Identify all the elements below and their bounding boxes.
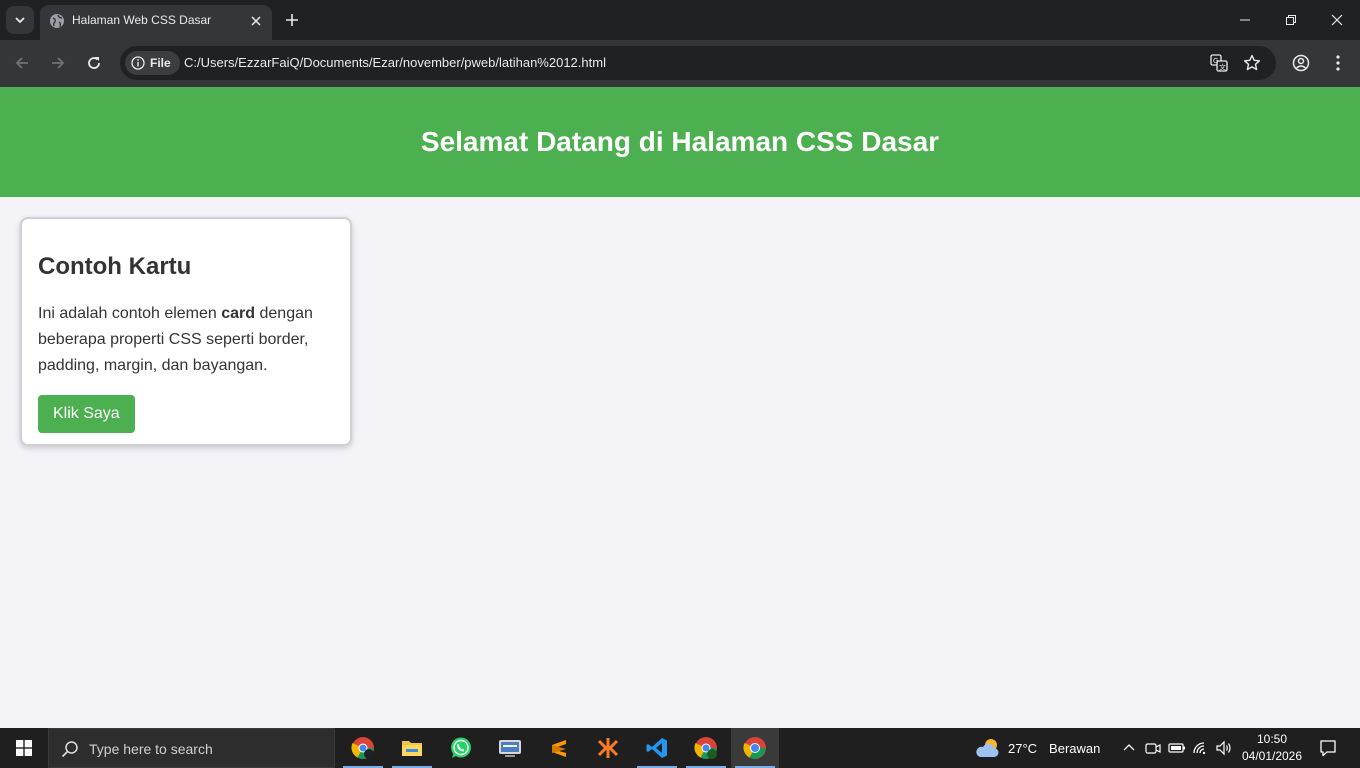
card-text-bold: card bbox=[221, 305, 256, 322]
network-app-icon bbox=[499, 740, 521, 757]
sublime-text-icon bbox=[552, 740, 566, 757]
taskbar-app-file-explorer[interactable] bbox=[388, 728, 436, 768]
card-title: Contoh Kartu bbox=[38, 253, 192, 280]
card-text: Ini adalah contoh elemen card dengan beb… bbox=[38, 301, 334, 379]
tab-title: Halaman Web CSS Dasar bbox=[72, 13, 212, 27]
chrome-profile-2-icon bbox=[694, 737, 717, 759]
xampp-icon bbox=[597, 738, 619, 758]
cloudy-weather-icon bbox=[976, 739, 999, 757]
whatsapp-icon bbox=[451, 737, 471, 758]
close-icon bbox=[1331, 14, 1343, 26]
taskbar-app-chrome[interactable] bbox=[731, 728, 779, 768]
example-card: Contoh Kartu Ini adalah contoh elemen ca… bbox=[20, 217, 352, 446]
taskbar-app-sublime-text[interactable] bbox=[535, 728, 583, 768]
taskbar-app-chrome-profile-2[interactable] bbox=[682, 728, 730, 768]
profile-button[interactable] bbox=[1290, 52, 1312, 74]
vscode-icon bbox=[646, 738, 667, 758]
volume-indicator[interactable] bbox=[1214, 738, 1234, 758]
restore-button[interactable] bbox=[1268, 0, 1314, 40]
weather-temperature: 27°C bbox=[1008, 740, 1038, 756]
svg-text:文: 文 bbox=[1219, 63, 1226, 72]
file-explorer-icon bbox=[402, 741, 422, 756]
show-hidden-icons-button[interactable] bbox=[1119, 738, 1139, 758]
windows-logo-icon bbox=[16, 740, 32, 756]
taskbar: Type here to search 27°C Berawan 10:50 0… bbox=[0, 728, 1360, 768]
restore-icon bbox=[1286, 15, 1296, 25]
notification-icon bbox=[1320, 740, 1336, 757]
translate-icon[interactable]: G 文 bbox=[1210, 54, 1228, 72]
taskbar-app-network-tool[interactable] bbox=[486, 728, 534, 768]
info-icon bbox=[131, 56, 145, 70]
camera-icon bbox=[1145, 743, 1161, 754]
forward-arrow-icon bbox=[52, 57, 65, 69]
back-button[interactable] bbox=[11, 52, 33, 74]
search-icon bbox=[61, 741, 78, 758]
chrome-profile-icon bbox=[351, 737, 374, 759]
battery-indicator[interactable] bbox=[1167, 738, 1187, 758]
site-info-chip[interactable]: File bbox=[125, 51, 180, 75]
search-placeholder: Type here to search bbox=[89, 741, 213, 757]
globe-icon bbox=[50, 14, 64, 28]
reload-button[interactable] bbox=[83, 52, 105, 74]
url-text[interactable]: C:/Users/EzzarFaiQ/Documents/Ezar/novemb… bbox=[184, 55, 606, 70]
chevron-down-icon bbox=[15, 17, 25, 24]
taskbar-app-whatsapp[interactable] bbox=[437, 728, 485, 768]
card-text-part: Ini adalah contoh elemen bbox=[38, 305, 222, 322]
wifi-icon bbox=[1193, 742, 1206, 755]
new-tab-icon[interactable] bbox=[282, 10, 302, 30]
reload-icon bbox=[88, 57, 100, 69]
page-title: Selamat Datang di Halaman CSS Dasar bbox=[420, 126, 940, 157]
browser-tab-strip: Halaman Web CSS Dasar bbox=[0, 0, 1360, 40]
click-me-button[interactable]: Klik Saya bbox=[38, 395, 135, 433]
file-chip-label: File bbox=[150, 56, 171, 70]
start-button[interactable] bbox=[0, 728, 48, 768]
weather-description: Berawan bbox=[1049, 740, 1101, 756]
taskbar-app-vscode[interactable] bbox=[633, 728, 681, 768]
address-bar[interactable]: File C:/Users/EzzarFaiQ/Documents/Ezar/n… bbox=[120, 46, 1276, 80]
more-vertical-icon bbox=[1336, 55, 1340, 71]
meet-now-button[interactable] bbox=[1143, 738, 1163, 758]
speaker-icon bbox=[1216, 740, 1231, 756]
system-clock[interactable]: 10:50 04/01/2026 bbox=[1236, 731, 1308, 765]
svg-text:G: G bbox=[1213, 57, 1218, 65]
clock-date: 04/01/2026 bbox=[1241, 749, 1303, 763]
close-window-button[interactable] bbox=[1314, 0, 1360, 40]
close-tab-icon[interactable] bbox=[248, 13, 264, 29]
forward-button[interactable] bbox=[47, 52, 69, 74]
bookmark-star-icon[interactable] bbox=[1243, 54, 1261, 72]
browser-tab[interactable]: Halaman Web CSS Dasar bbox=[40, 5, 272, 40]
battery-icon bbox=[1168, 743, 1185, 753]
browser-toolbar: File C:/Users/EzzarFaiQ/Documents/Ezar/n… bbox=[0, 40, 1360, 87]
tab-search-button[interactable] bbox=[6, 6, 34, 34]
network-indicator[interactable] bbox=[1191, 738, 1211, 758]
back-arrow-icon bbox=[15, 57, 28, 69]
page-header: Selamat Datang di Halaman CSS Dasar bbox=[0, 87, 1360, 197]
web-page: Selamat Datang di Halaman CSS Dasar Cont… bbox=[0, 87, 1360, 728]
menu-button[interactable] bbox=[1327, 52, 1349, 74]
taskbar-app-chrome-profile[interactable] bbox=[339, 728, 387, 768]
account-icon bbox=[1292, 54, 1310, 72]
minimize-icon bbox=[1240, 19, 1250, 21]
weather-widget[interactable]: 27°C Berawan bbox=[974, 728, 1100, 768]
minimize-button[interactable] bbox=[1222, 0, 1268, 40]
notification-center-button[interactable] bbox=[1318, 738, 1338, 758]
clock-time: 10:50 bbox=[1256, 732, 1288, 746]
taskbar-search[interactable]: Type here to search bbox=[48, 728, 335, 768]
chevron-up-icon bbox=[1123, 744, 1135, 751]
taskbar-app-xampp[interactable] bbox=[584, 728, 632, 768]
chrome-icon bbox=[743, 737, 766, 759]
